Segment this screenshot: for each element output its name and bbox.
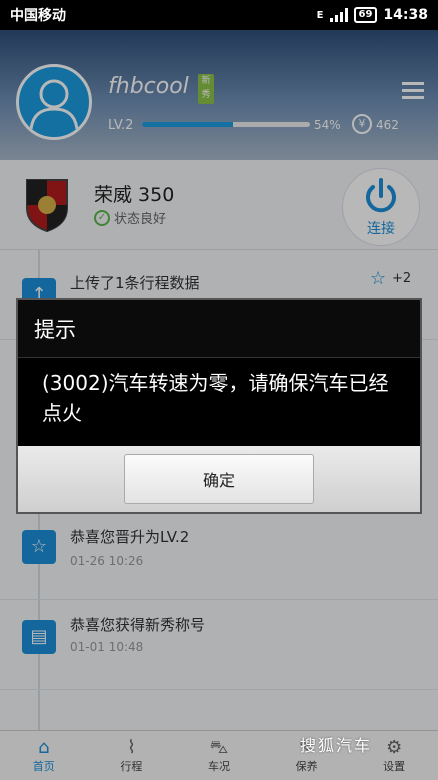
dialog-message: (3002)汽车转速为零，请确保汽车已经点火 (42, 371, 389, 425)
battery-icon: 69 (353, 7, 378, 23)
dialog-footer: 确定 (18, 446, 420, 512)
carrier-name: 中国移动 (10, 8, 66, 24)
signal-icon (329, 8, 348, 22)
status-bar: 中国移动 E 69 14:38 (0, 0, 438, 30)
watermark: 搜狐汽车 (300, 736, 373, 755)
alert-dialog: 提示 (3002)汽车转速为零，请确保汽车已经点火 确定 (16, 298, 422, 514)
ok-button[interactable]: 确定 (124, 454, 314, 504)
clock: 14:38 (383, 7, 428, 23)
dialog-title: 提示 (18, 300, 420, 358)
network-type: E (316, 9, 324, 21)
